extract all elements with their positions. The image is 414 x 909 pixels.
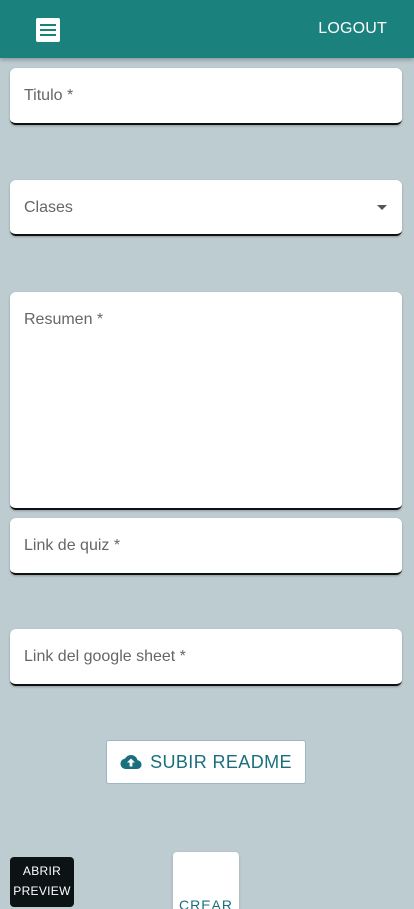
crear-label: CREAR bbox=[178, 897, 233, 909]
upload-readme-button[interactable]: SUBIR README bbox=[106, 740, 306, 784]
quiz-link-field[interactable]: Link de quiz * bbox=[10, 518, 402, 575]
open-preview-button[interactable]: ABRIR PREVIEW bbox=[10, 857, 74, 907]
dropdown-arrow-icon bbox=[377, 205, 387, 210]
google-sheet-link-label: Link del google sheet * bbox=[24, 648, 186, 665]
quiz-link-label: Link de quiz * bbox=[24, 537, 121, 554]
app-bar: LOGOUT bbox=[0, 0, 414, 58]
crear-button[interactable]: CREAR bbox=[173, 852, 239, 909]
resumen-label: Resumen * bbox=[24, 311, 104, 328]
upload-readme-label: SUBIR README bbox=[150, 751, 292, 772]
menu-bar-line bbox=[40, 24, 56, 26]
resumen-textarea[interactable]: Resumen * bbox=[10, 292, 402, 510]
hamburger-menu-icon[interactable] bbox=[36, 18, 60, 42]
preview-label-line1: ABRIR bbox=[22, 864, 62, 878]
clases-label: Clases bbox=[24, 199, 73, 216]
menu-bar-line bbox=[40, 34, 56, 36]
titulo-field[interactable]: Titulo * bbox=[10, 68, 402, 125]
cloud-upload-icon bbox=[120, 754, 142, 770]
logout-button[interactable]: LOGOUT bbox=[318, 20, 387, 38]
menu-bar-line bbox=[40, 29, 56, 31]
titulo-label: Titulo * bbox=[24, 87, 74, 104]
preview-label-line2: PREVIEW bbox=[13, 884, 71, 898]
google-sheet-link-field[interactable]: Link del google sheet * bbox=[10, 629, 402, 686]
clases-select[interactable]: Clases bbox=[10, 180, 402, 236]
